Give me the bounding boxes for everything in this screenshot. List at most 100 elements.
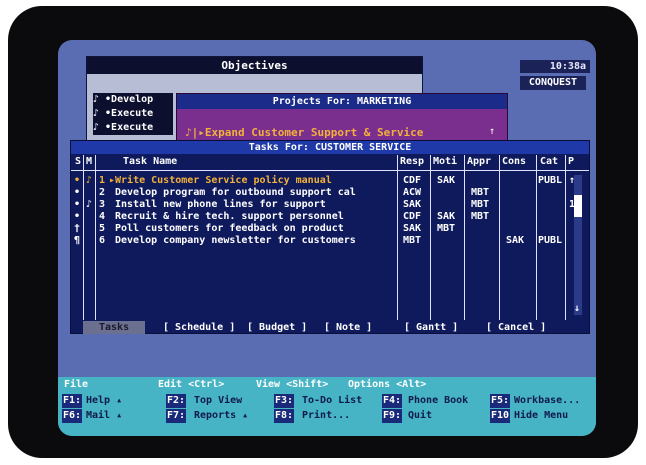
schedule-button[interactable]: [ Schedule ] (163, 321, 235, 334)
workbase-command[interactable]: Workbase... (514, 394, 580, 408)
to-do-list-command[interactable]: To-Do List (302, 394, 362, 408)
row-number: 6 (99, 235, 106, 246)
header-divider (71, 170, 589, 171)
projects-title: Projects For: MARKETING (177, 94, 507, 109)
menu-top-row: File Edit <Ctrl> View <Shift> Options <A… (58, 378, 596, 392)
button-bar: Tasks [ Schedule ] [ Budget ] [ Note ] [… (71, 321, 589, 334)
row-moti: SAK (437, 211, 456, 222)
f5-key[interactable]: F5: (490, 394, 511, 408)
row-resp: MBT (403, 235, 422, 246)
function-key-menu: File Edit <Ctrl> View <Shift> Options <A… (58, 377, 596, 436)
objective-item[interactable]: ♪ •Develop (93, 93, 173, 107)
row-number: 4 (99, 211, 106, 222)
col-header-p[interactable]: P (568, 155, 574, 169)
row-cat: PUBL (538, 175, 563, 186)
row-task-name: Recruit & hire tech. support personnel (115, 211, 344, 222)
hide-menu-command[interactable]: Hide Menu (514, 409, 568, 423)
tasks-button[interactable]: Tasks (83, 321, 146, 334)
column-divider (397, 155, 398, 320)
row-appr: MBT (471, 199, 490, 210)
app-brand: CONQUEST (520, 76, 586, 90)
row-moti: SAK (437, 175, 456, 186)
tasks-window: Tasks For: CUSTOMER SERVICE S M Task Nam… (70, 140, 590, 334)
row-task-name: Develop company newsletter for customers (115, 235, 356, 246)
help-command[interactable]: Help ▴ (86, 394, 122, 408)
row-task-name: Develop program for outbound support cal (115, 187, 356, 198)
project-item[interactable]: ♪|▸Expand Customer Support & Service (185, 126, 423, 139)
row-status: • (74, 187, 81, 198)
scroll-down-icon[interactable]: ↓ (574, 303, 580, 314)
row-moti: MBT (437, 223, 456, 234)
row-task-name: ▸Write Customer Service policy manual (109, 175, 332, 186)
row-number: 5 (99, 223, 106, 234)
note-button[interactable]: [ Note ] (324, 321, 372, 334)
row-marker: ♪ (86, 175, 93, 186)
row-resp: ACW (403, 187, 422, 198)
column-divider (430, 155, 431, 320)
row-status: ¶ (74, 235, 81, 246)
row-cat: PUBL (538, 235, 563, 246)
column-divider (464, 155, 465, 320)
row-number: 3 (99, 199, 106, 210)
col-header-task-name[interactable]: Task Name (123, 155, 177, 169)
row-resp: CDF (403, 175, 422, 186)
mail-command[interactable]: Mail ▴ (86, 409, 122, 423)
f10-key[interactable]: F10 (490, 409, 511, 423)
print-command[interactable]: Print... (302, 409, 350, 423)
row-task-name: Poll customers for feedback on product (115, 223, 344, 234)
f6-key[interactable]: F6: (62, 409, 83, 423)
gantt-button[interactable]: [ Gantt ] (404, 321, 458, 334)
col-header-s[interactable]: S (75, 155, 81, 169)
tasks-title: Tasks For: CUSTOMER SERVICE (71, 141, 589, 154)
clock: 10:38a (520, 60, 590, 73)
column-divider (83, 155, 84, 320)
row-status: • (74, 211, 81, 222)
objective-item[interactable]: ♪ •Execute (93, 107, 173, 121)
projects-window: Projects For: MARKETING ♪|▸Expand Custom… (176, 93, 508, 145)
phone-book-command[interactable]: Phone Book (408, 394, 468, 408)
row-status: † (74, 223, 81, 234)
f4-key[interactable]: F4: (382, 394, 403, 408)
row-status: • (74, 175, 81, 186)
objectives-title: Objectives (87, 57, 422, 74)
reports-command[interactable]: Reports ▴ (194, 409, 248, 423)
col-header-cons[interactable]: Cons (502, 155, 526, 169)
f9-key[interactable]: F9: (382, 409, 403, 423)
view-menu[interactable]: View <Shift> (256, 378, 328, 392)
column-divider (95, 155, 96, 320)
file-menu[interactable]: File (64, 378, 88, 392)
column-divider (536, 155, 537, 320)
menu-fkey-row-2: F6: Mail ▴ F7: Reports ▴ F8: Print... F9… (58, 409, 596, 423)
col-header-resp[interactable]: Resp (400, 155, 424, 169)
row-task-name: Install new phone lines for support (115, 199, 326, 210)
row-number: 1 (99, 175, 106, 186)
row-number: 2 (99, 187, 106, 198)
row-appr: MBT (471, 187, 490, 198)
row-marker: ♪ (86, 199, 93, 210)
row-resp: CDF (403, 211, 422, 222)
scroll-up-icon[interactable]: ↑ (489, 126, 495, 137)
column-divider (565, 155, 566, 320)
cancel-button[interactable]: [ Cancel ] (486, 321, 546, 334)
row-status: • (74, 199, 81, 210)
col-header-m[interactable]: M (86, 155, 92, 169)
quit-command[interactable]: Quit (408, 409, 432, 423)
f8-key[interactable]: F8: (274, 409, 295, 423)
top-view-command[interactable]: Top View (194, 394, 242, 408)
row-appr: MBT (471, 211, 490, 222)
options-menu[interactable]: Options <Alt> (348, 378, 426, 392)
col-header-moti[interactable]: Moti (433, 155, 457, 169)
row-resp: SAK (403, 223, 422, 234)
budget-button[interactable]: [ Budget ] (247, 321, 307, 334)
menu-fkey-row-1: F1: Help ▴ F2: Top View F3: To-Do List F… (58, 394, 596, 408)
col-header-cat[interactable]: Cat (540, 155, 558, 169)
f3-key[interactable]: F3: (274, 394, 295, 408)
edit-menu[interactable]: Edit <Ctrl> (158, 378, 224, 392)
screen: Objectives ♪ •Develop ♪ •Execute ♪ •Exec… (58, 40, 596, 436)
f2-key[interactable]: F2: (166, 394, 187, 408)
col-header-appr[interactable]: Appr (467, 155, 491, 169)
scrollbar-thumb[interactable] (574, 195, 582, 217)
objective-item[interactable]: ♪ •Execute (93, 121, 173, 135)
f7-key[interactable]: F7: (166, 409, 187, 423)
f1-key[interactable]: F1: (62, 394, 83, 408)
